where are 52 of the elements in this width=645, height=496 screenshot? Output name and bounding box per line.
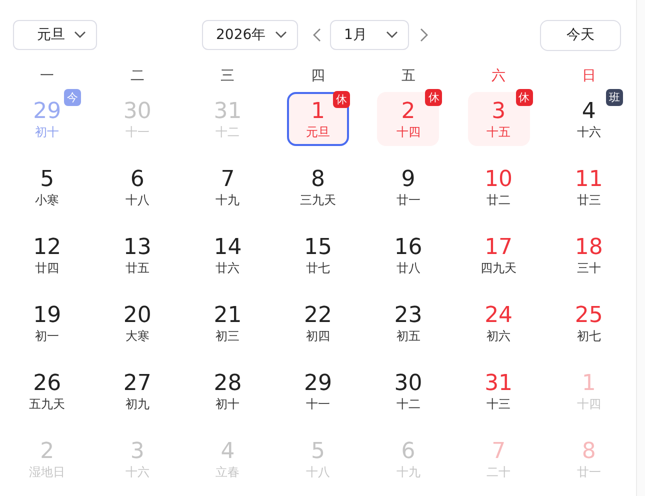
day-cell[interactable]: 30 十二: [377, 364, 440, 418]
day-cell[interactable]: 24 初六: [468, 296, 530, 350]
day-cell[interactable]: 6 十八: [106, 160, 168, 214]
chevron-left-icon: [313, 28, 321, 42]
chevron-right-icon: [420, 28, 428, 42]
day-cell[interactable]: 2 十四 休: [377, 92, 440, 146]
day-cell[interactable]: 5 小寒: [16, 160, 78, 214]
day-cell[interactable]: 29 十一: [286, 364, 349, 418]
day-cell[interactable]: 4 十六 班: [558, 92, 620, 146]
day-cell[interactable]: 23 初五: [377, 296, 440, 350]
weekday-label: 四: [310, 67, 325, 86]
day-cell[interactable]: 7 十九: [196, 160, 259, 214]
day-badge: 班: [606, 89, 623, 106]
chevron-down-icon: [386, 31, 398, 39]
chevron-down-icon: [74, 31, 86, 39]
weekday-label: 二: [130, 67, 144, 86]
day-cell[interactable]: 20 大寒: [106, 296, 168, 350]
weekday-label: 日: [582, 67, 596, 86]
weekday-label: 六: [492, 67, 506, 86]
weekday-label: 一: [40, 67, 54, 86]
day-cell[interactable]: 21 初三: [196, 296, 259, 350]
day-cell[interactable]: 10 廿二: [468, 160, 530, 214]
weekday-label: 五: [401, 67, 416, 86]
day-cell[interactable]: 14 廿六: [196, 228, 259, 282]
day-cell[interactable]: 11 廿三: [558, 160, 620, 214]
year-select[interactable]: 2026年: [202, 20, 298, 50]
day-cell[interactable]: 27 初九: [106, 364, 168, 418]
day-cell[interactable]: 18 三十: [558, 228, 620, 282]
day-badge: 休: [332, 91, 350, 108]
day-cell[interactable]: 25 初七: [558, 296, 620, 350]
day-badge: 今: [64, 89, 82, 106]
day-cell[interactable]: 12 廿四: [16, 228, 78, 282]
day-cell[interactable]: 15 廿七: [286, 228, 349, 282]
day-cell[interactable]: 8 三九天: [286, 160, 349, 214]
day-cell[interactable]: 13 廿五: [106, 228, 168, 282]
holiday-select[interactable]: 元旦: [13, 20, 97, 50]
day-cell[interactable]: 31 十三: [468, 364, 530, 418]
day-cell[interactable]: 3 十五 休: [468, 92, 530, 146]
day-cell[interactable]: 22 初四: [286, 296, 349, 350]
day-cell[interactable]: 26 五九天: [16, 364, 78, 418]
chevron-down-icon: [275, 31, 287, 39]
day-cell[interactable]: 19 初一: [16, 296, 78, 350]
day-badge: 休: [425, 89, 442, 106]
today-button[interactable]: 今天: [540, 20, 621, 50]
day-cell[interactable]: 16 廿八: [377, 228, 440, 282]
day-badge: 休: [516, 89, 533, 106]
weekday-label: 三: [220, 67, 235, 86]
day-cell[interactable]: 28 初十: [196, 364, 259, 418]
day-cell[interactable]: 1 元旦 休: [286, 92, 349, 146]
month-select[interactable]: 1月: [330, 20, 409, 50]
day-cell[interactable]: 9 廿一: [377, 160, 440, 214]
day-cell[interactable]: 17 四九天: [468, 228, 530, 282]
